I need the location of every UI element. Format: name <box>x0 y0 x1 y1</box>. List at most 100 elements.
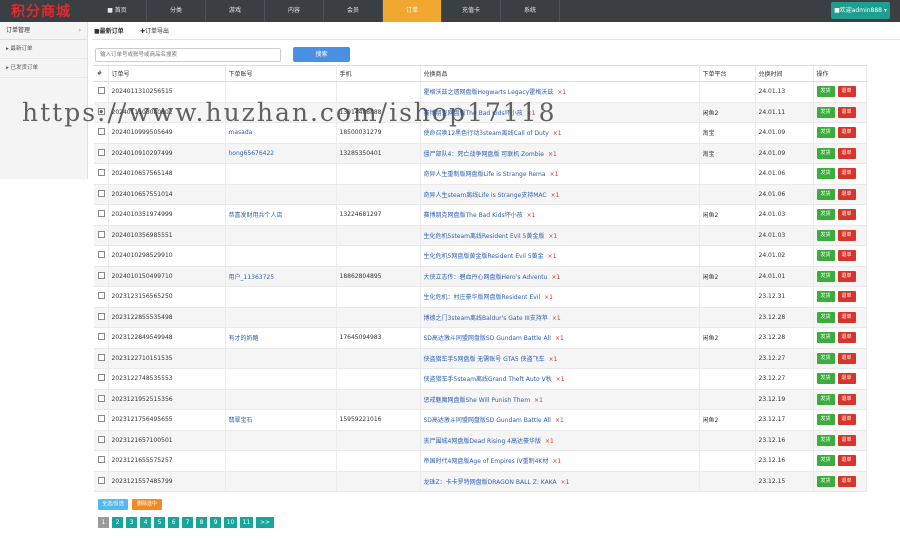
refund-button[interactable]: 退单 <box>837 127 856 139</box>
account-link[interactable]: masada <box>225 122 337 144</box>
refund-button[interactable]: 退单 <box>837 393 856 405</box>
ship-button[interactable]: 发货 <box>816 291 835 303</box>
refund-button[interactable]: 退单 <box>837 455 856 467</box>
refund-button[interactable]: 退单 <box>837 229 856 241</box>
product-link[interactable]: 霍格沃兹之遗网盘版Hogwarts Legacy霍格沃兹 <box>424 89 554 96</box>
pagination-page[interactable]: 7 <box>182 517 193 528</box>
product-link[interactable]: 博德之门3steam离线Baldur's Gate III支持苹 <box>424 315 548 322</box>
sidebar-item-latest-orders[interactable]: ▸ 最新订单 <box>0 40 87 59</box>
ship-button[interactable]: 发货 <box>816 270 835 282</box>
select-all-button[interactable]: 全选/反选 <box>98 499 128 510</box>
product-link[interactable]: 赛博朋克网盘版The Bad Kids坏小孩 <box>424 110 523 117</box>
refund-button[interactable]: 退单 <box>837 147 856 159</box>
account-link[interactable] <box>225 389 337 410</box>
ship-button[interactable]: 发货 <box>816 393 835 405</box>
ship-button[interactable]: 发货 <box>816 311 835 323</box>
ship-button[interactable]: 发货 <box>816 147 835 159</box>
account-link[interactable] <box>225 368 337 390</box>
row-checkbox[interactable] <box>98 148 105 156</box>
row-checkbox[interactable] <box>98 435 105 443</box>
nav-system[interactable]: 系统 <box>501 0 560 22</box>
pagination-page[interactable]: 9 <box>210 517 221 528</box>
row-checkbox[interactable] <box>98 353 105 361</box>
delete-selected-button[interactable]: 删除选中 <box>132 499 162 510</box>
row-checkbox[interactable] <box>98 107 105 115</box>
refund-button[interactable]: 退单 <box>837 291 856 303</box>
refund-button[interactable]: 退单 <box>837 86 856 98</box>
ship-button[interactable]: 发货 <box>816 475 835 487</box>
search-button[interactable]: 搜索 <box>293 47 350 62</box>
product-link[interactable]: 生化危机：村庄豪华版网盘版Resident Evil <box>424 294 541 301</box>
product-link[interactable]: 帝国时代4网盘版Age of Empires IV重制4K材 <box>424 458 549 465</box>
sidebar-group-orders[interactable]: 订单管理 › <box>0 22 87 40</box>
refund-button[interactable]: 退单 <box>837 168 856 180</box>
product-link[interactable]: 龙珠Z：卡卡罗特网盘版DRAGON BALL Z: KAKA <box>424 479 557 486</box>
pagination-page[interactable]: 8 <box>196 517 207 528</box>
refund-button[interactable]: 退单 <box>837 332 856 344</box>
nav-recharge-cards[interactable]: 充值卡 <box>442 0 501 22</box>
pagination-page[interactable]: 4 <box>140 517 151 528</box>
product-link[interactable]: 生化危机5网盘版黄金版Resident Evil 5黄金 <box>424 253 544 260</box>
product-link[interactable]: 僵尸部队4：死亡战争网盘版 可联机 Zombie <box>424 151 544 158</box>
ship-button[interactable]: 发货 <box>816 373 835 385</box>
ship-button[interactable]: 发货 <box>816 127 835 139</box>
account-link[interactable] <box>225 102 337 123</box>
product-link[interactable]: SD高达激斗同盟网盘版SD Gundam Battle All <box>424 417 551 424</box>
user-menu-button[interactable]: ■欢迎admin888 ▾ <box>831 2 890 19</box>
account-link[interactable]: 翡翠宝石 <box>225 409 337 431</box>
ship-button[interactable]: 发货 <box>816 209 835 221</box>
search-input[interactable] <box>95 48 281 62</box>
account-link[interactable]: 用户_11363725 <box>225 266 337 287</box>
account-link[interactable]: 恭喜发财用兵个人店 <box>225 204 337 226</box>
account-link[interactable] <box>225 450 337 472</box>
row-checkbox[interactable] <box>98 189 105 197</box>
tab-latest-orders[interactable]: ■最新订单 <box>94 26 124 35</box>
product-link[interactable]: 侠盗猎车手5steam离线Grand Theft Auto V秋 <box>424 376 552 383</box>
refund-button[interactable]: 退单 <box>837 311 856 323</box>
row-checkbox[interactable] <box>98 456 105 464</box>
ship-button[interactable]: 发货 <box>816 86 835 98</box>
pagination-page[interactable]: 5 <box>154 517 165 528</box>
refund-button[interactable]: 退单 <box>837 373 856 385</box>
row-checkbox[interactable] <box>98 374 105 382</box>
account-link[interactable] <box>225 184 337 205</box>
pagination-page[interactable]: 10 <box>224 517 237 528</box>
product-link[interactable]: 惩戒魅魔网盘版She Will Punish Them <box>424 397 531 404</box>
refund-button[interactable]: 退单 <box>837 475 856 487</box>
sidebar-item-shipped-orders[interactable]: ▸ 已发货订单 <box>0 59 87 78</box>
pagination-page[interactable]: 2 <box>112 517 123 528</box>
refund-button[interactable]: 退单 <box>837 106 856 118</box>
row-checkbox[interactable] <box>98 210 105 218</box>
pagination-next[interactable]: >> <box>256 517 274 528</box>
row-checkbox[interactable] <box>98 476 105 484</box>
account-link[interactable]: 有才的奶酪 <box>225 327 337 349</box>
product-link[interactable]: 使命召唤12黑色行动3steam离线Call of Duty <box>424 130 549 137</box>
row-checkbox[interactable] <box>98 312 105 320</box>
account-link[interactable] <box>225 430 337 451</box>
nav-category[interactable]: 分类 <box>147 0 206 22</box>
refund-button[interactable]: 退单 <box>837 270 856 282</box>
account-link[interactable]: hong65676422 <box>225 143 337 164</box>
tab-export-orders[interactable]: ✚订单导出 <box>140 26 169 35</box>
ship-button[interactable]: 发货 <box>816 229 835 241</box>
product-link[interactable]: SD高达激斗同盟网盘版SD Gundam Battle All <box>424 335 551 342</box>
account-link[interactable] <box>225 471 337 492</box>
ship-button[interactable]: 发货 <box>816 434 835 446</box>
account-link[interactable] <box>225 348 337 369</box>
ship-button[interactable]: 发货 <box>816 168 835 180</box>
product-link[interactable]: 奇异人生重制版网盘版Life is Strange Rema <box>424 171 546 178</box>
account-link[interactable] <box>225 245 337 267</box>
refund-button[interactable]: 退单 <box>837 352 856 364</box>
row-checkbox[interactable] <box>98 230 105 238</box>
row-checkbox[interactable] <box>98 128 105 136</box>
refund-button[interactable]: 退单 <box>837 434 856 446</box>
product-link[interactable]: 侠盗猎车手5网盘版 无需账号 GTA5 侠盗飞车 <box>424 356 545 363</box>
refund-button[interactable]: 退单 <box>837 414 856 426</box>
nav-content[interactable]: 内容 <box>265 0 324 22</box>
account-link[interactable] <box>225 307 337 328</box>
product-link[interactable]: 赛博朋克网盘版The Bad Kids坏小孩 <box>424 212 523 219</box>
ship-button[interactable]: 发货 <box>816 188 835 200</box>
refund-button[interactable]: 退单 <box>837 250 856 262</box>
row-checkbox[interactable] <box>98 333 105 341</box>
account-link[interactable] <box>225 81 337 103</box>
